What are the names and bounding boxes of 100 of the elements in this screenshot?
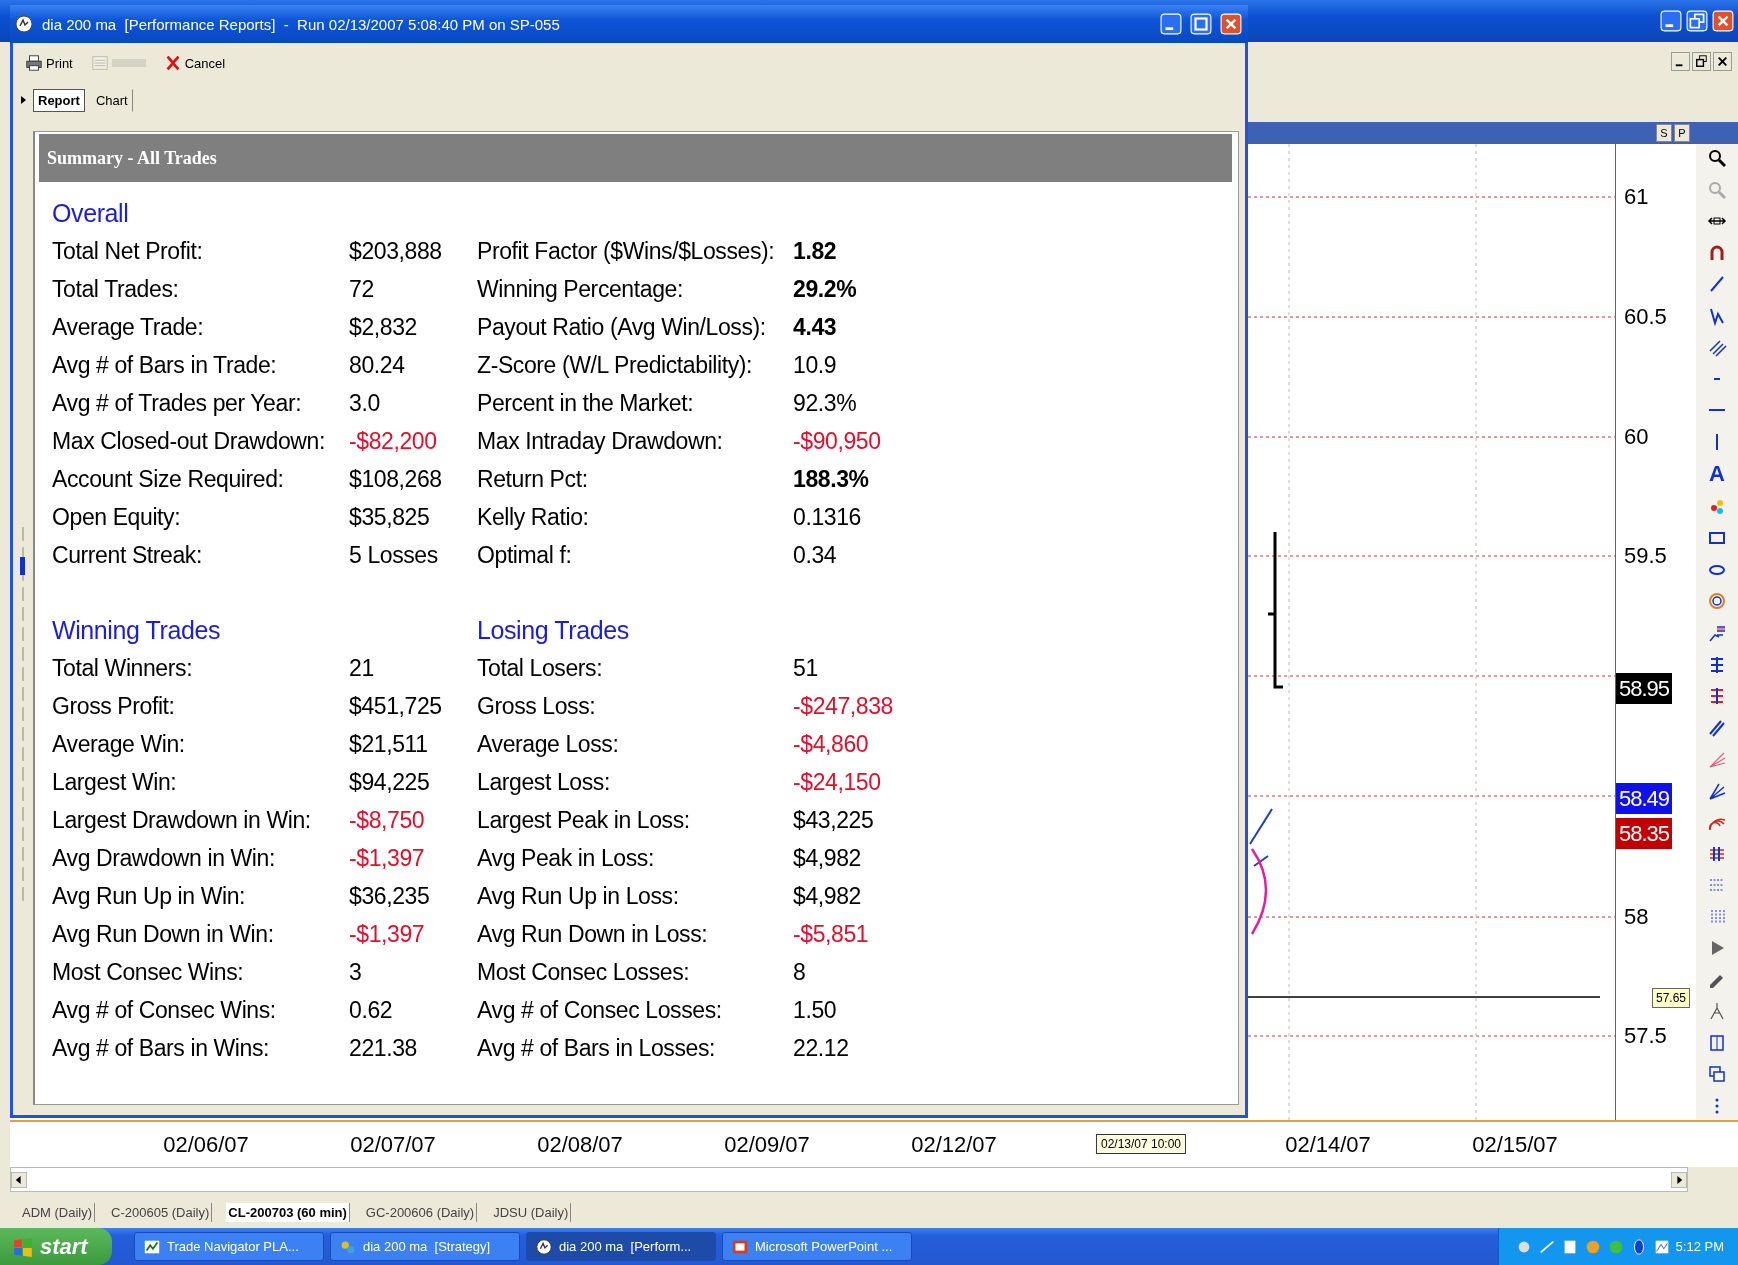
maximize-button[interactable] xyxy=(1190,13,1212,35)
clock: 5:12 PM xyxy=(1675,1239,1724,1254)
date-tooltip: 02/13/07 10:00 xyxy=(1095,1134,1187,1154)
stat-value: -$82,200 xyxy=(349,427,438,455)
stat-value: $203,888 xyxy=(349,237,443,265)
stat-label: Gross Loss: xyxy=(477,692,597,720)
stat-value: 29.2% xyxy=(793,275,858,303)
stat-label: Total Trades: xyxy=(52,275,180,303)
taskbar-item[interactable]: dia 200 ma [Perform... xyxy=(526,1232,716,1261)
summary-header-bar: Summary - All Trades xyxy=(39,134,1232,182)
stat-value: -$247,838 xyxy=(793,692,894,720)
expand-arrow-icon[interactable] xyxy=(19,94,27,106)
panel-button[interactable]: S xyxy=(1656,124,1672,142)
stat-value: $108,268 xyxy=(349,465,443,493)
stat-value: 22.12 xyxy=(793,1034,850,1062)
stat-label: Account Size Required: xyxy=(52,465,285,493)
stat-value: 1.82 xyxy=(793,237,838,265)
stat-label: Avg # of Trades per Year: xyxy=(52,389,303,417)
stat-label: Winning Percentage: xyxy=(477,275,684,303)
price-tag: 58.95 xyxy=(1616,673,1672,704)
stat-value: $43,225 xyxy=(793,806,875,834)
print-button[interactable]: Print xyxy=(23,52,75,74)
sheet-tab[interactable]: JDSU (Daily) xyxy=(491,1202,572,1222)
sheet-tab[interactable]: CL-200703 (60 min) xyxy=(226,1202,350,1222)
sheet-tab[interactable]: ADM (Daily) xyxy=(20,1202,96,1222)
windows-icon[interactable] xyxy=(1707,1064,1727,1085)
stat-label: Average Loss: xyxy=(477,730,620,758)
stat-value: $21,511 xyxy=(349,730,429,758)
stat-label: Avg Run Up in Loss: xyxy=(477,882,680,910)
stat-value: 3.0 xyxy=(349,389,381,417)
sheet-icon xyxy=(90,54,109,72)
stat-label: Avg # of Consec Losses: xyxy=(477,996,723,1024)
stat-label: Largest Drawdown in Win: xyxy=(52,806,312,834)
taskbar-item[interactable]: dia 200 ma [Strategy] xyxy=(330,1232,520,1261)
price-label: 60.5 xyxy=(1624,304,1667,330)
stat-label: Z-Score (W/L Predictability): xyxy=(477,351,754,379)
stat-label: Max Intraday Drawdown: xyxy=(477,427,724,455)
windows-flag-icon xyxy=(12,1235,34,1258)
stat-label: Most Consec Wins: xyxy=(52,958,245,986)
stat-value: 92.3% xyxy=(793,389,858,417)
stat-label: Avg Drawdown in Win: xyxy=(52,844,276,872)
stat-label: Avg # of Bars in Losses: xyxy=(477,1034,716,1062)
stat-value: -$4,860 xyxy=(793,730,870,758)
stat-label: Kelly Ratio: xyxy=(477,503,590,531)
scroll-left-button[interactable] xyxy=(11,1169,27,1190)
stat-label: Avg # of Consec Wins: xyxy=(52,996,277,1024)
stat-label: Avg # of Bars in Wins: xyxy=(52,1034,271,1062)
minimize-button[interactable] xyxy=(1671,51,1690,71)
stat-label: Avg Run Up in Win: xyxy=(52,882,247,910)
stat-label: Payout Ratio (Avg Win/Loss): xyxy=(477,313,767,341)
stat-value: 0.62 xyxy=(349,996,394,1024)
taskbar-item[interactable]: Trade Navigator PLA... xyxy=(134,1232,324,1261)
stat-value: 80.24 xyxy=(349,351,406,379)
stat-value: $36,235 xyxy=(349,882,431,910)
cancel-button[interactable]: Cancel xyxy=(161,52,228,74)
date-label: 02/07/07 xyxy=(350,1132,436,1158)
parallel-lines-icon[interactable] xyxy=(1707,337,1727,358)
restore-button[interactable] xyxy=(1692,51,1711,71)
stat-value: $451,725 xyxy=(349,692,443,720)
printer-icon xyxy=(25,54,43,72)
stat-label: Total Net Profit: xyxy=(52,237,204,265)
price-label: 58 xyxy=(1624,904,1649,930)
app-icon xyxy=(535,1237,553,1256)
close-button[interactable] xyxy=(1713,51,1732,71)
panel-button[interactable]: P xyxy=(1674,124,1690,142)
stat-value: 0.1316 xyxy=(793,503,862,531)
stat-value: 0.34 xyxy=(793,541,838,569)
stat-label: Optimal f: xyxy=(477,541,573,569)
stat-label: Total Winners: xyxy=(52,654,194,682)
stat-label: Gross Profit: xyxy=(52,692,176,720)
date-label: 02/08/07 xyxy=(537,1132,623,1158)
text-tool-button[interactable]: A xyxy=(1709,463,1725,486)
stat-value: 221.38 xyxy=(349,1034,418,1062)
stat-label: Current Streak: xyxy=(52,541,203,569)
sheet-tab[interactable]: GC-200606 (Daily) xyxy=(363,1202,478,1222)
stat-value: -$5,851 xyxy=(793,920,870,948)
stat-value: $4,982 xyxy=(793,844,862,872)
date-label: 02/12/07 xyxy=(911,1132,997,1158)
price-tag: 58.49 xyxy=(1616,783,1672,814)
sheet-tab[interactable]: C-200605 (Daily) xyxy=(109,1202,213,1222)
stat-label: Largest Win: xyxy=(52,768,178,796)
app-icon xyxy=(14,14,34,34)
stat-value: $35,825 xyxy=(349,503,431,531)
panel-icon[interactable] xyxy=(1707,1032,1727,1053)
stat-value: -$1,397 xyxy=(349,920,426,948)
stat-label: Avg Run Down in Win: xyxy=(52,920,275,948)
tab[interactable]: Report xyxy=(33,88,85,112)
scroll-right-button[interactable] xyxy=(1671,1169,1687,1190)
stat-label: Total Losers: xyxy=(477,654,604,682)
stat-value: -$8,750 xyxy=(349,806,426,834)
price-label: 60 xyxy=(1624,424,1649,450)
stat-label: Avg Peak in Loss: xyxy=(477,844,655,872)
search-icon[interactable] xyxy=(1707,148,1727,168)
target-icon[interactable] xyxy=(1707,591,1727,612)
taskbar-item[interactable]: Microsoft PowerPoint ... xyxy=(722,1232,912,1261)
tab[interactable]: Chart xyxy=(90,88,133,112)
stat-label: Most Consec Losses: xyxy=(477,958,691,986)
stat-label: Profit Factor ($Wins/$Losses): xyxy=(477,237,776,265)
date-label: 02/06/07 xyxy=(163,1132,249,1158)
stat-label: Avg Run Down in Loss: xyxy=(477,920,709,948)
